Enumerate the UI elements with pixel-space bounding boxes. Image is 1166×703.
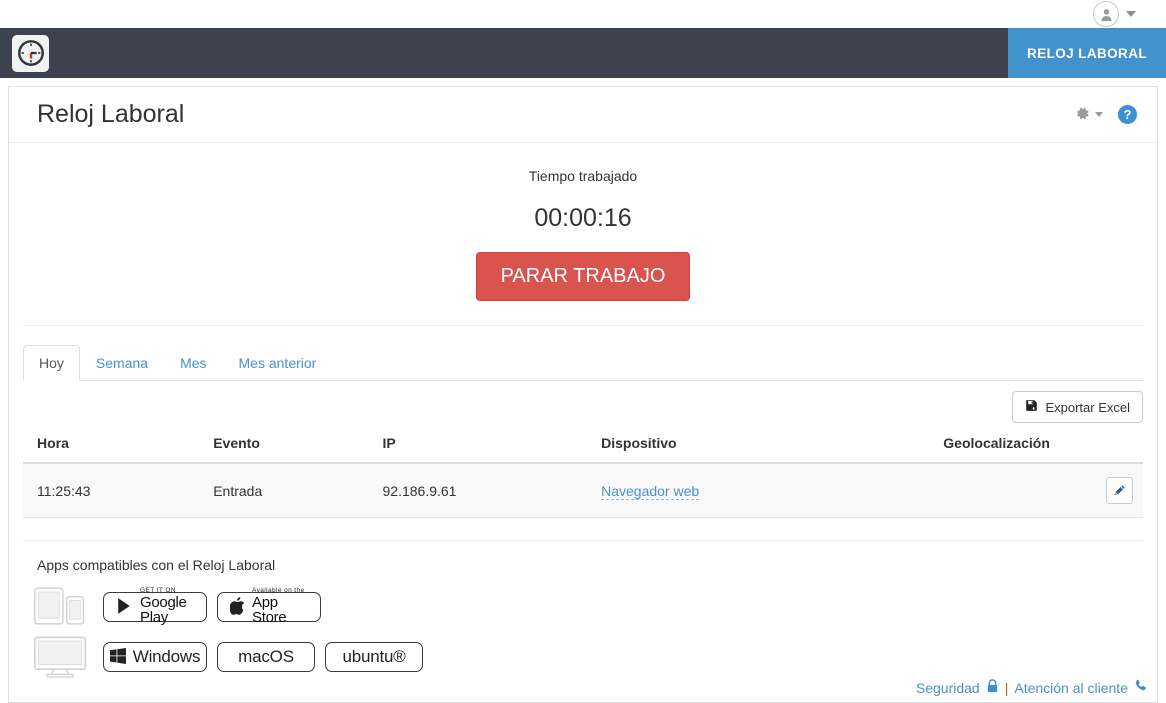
- help-circle-icon[interactable]: ?: [1118, 105, 1137, 124]
- tab-mes-anterior[interactable]: Mes anterior: [223, 345, 333, 381]
- device-link[interactable]: Navegador web: [601, 483, 699, 500]
- timer-value: 00:00:16: [23, 204, 1143, 233]
- brand-logo[interactable]: [0, 28, 49, 78]
- apple-icon: [230, 597, 245, 618]
- column-header-hora: Hora: [23, 435, 199, 463]
- google-play-icon: [116, 597, 133, 618]
- column-header-actions: [1060, 435, 1143, 463]
- tablet-phone-icon: [31, 585, 93, 629]
- log-table-body: 11:25:43 Entrada 92.186.9.61 Navegador w…: [23, 463, 1143, 518]
- column-header-geolocalizacion: Geolocalización: [929, 435, 1060, 463]
- clock-logo-icon: [12, 35, 49, 72]
- badge-google-play-large: Google Play: [140, 595, 194, 627]
- tab-semana[interactable]: Semana: [80, 345, 164, 381]
- navbar-tabs: RELOJ LABORAL: [1008, 28, 1166, 78]
- table-header-row: Hora Evento IP Dispositivo Geolocalizaci…: [23, 435, 1143, 463]
- cell-evento: Entrada: [199, 463, 368, 518]
- apps-mobile-row: GET IT ON Google Play Available on the A…: [31, 585, 1157, 629]
- security-link[interactable]: Seguridad: [916, 680, 980, 696]
- badge-ubuntu[interactable]: ubuntu®: [325, 642, 423, 672]
- cell-hora: 11:25:43: [23, 463, 199, 518]
- save-floppy-icon: [1025, 399, 1038, 415]
- badge-macos[interactable]: macOS: [217, 642, 315, 672]
- main-panel: Reloj Laboral ? Tiempo trabajado 00:00:1…: [8, 86, 1158, 703]
- settings-menu[interactable]: [1074, 105, 1103, 125]
- apps-section-title: Apps compatibles con el Reloj Laboral: [37, 557, 1157, 573]
- export-row: Exportar Excel: [23, 391, 1143, 423]
- log-table: Hora Evento IP Dispositivo Geolocalizaci…: [23, 435, 1143, 518]
- tab-mes[interactable]: Mes: [164, 345, 222, 381]
- cell-geolocalizacion: [929, 463, 1060, 518]
- cell-ip: 92.186.9.61: [369, 463, 588, 518]
- chevron-down-icon[interactable]: [1095, 112, 1103, 117]
- chevron-down-icon[interactable]: [1126, 11, 1136, 17]
- export-excel-button[interactable]: Exportar Excel: [1012, 391, 1143, 423]
- desktop-monitor-icon: [31, 635, 93, 679]
- apps-divider: [23, 540, 1143, 541]
- apps-desktop-row: Windows macOS ubuntu®: [31, 635, 1157, 679]
- footer-separator: |: [1005, 680, 1009, 696]
- nav-tab-reloj-laboral[interactable]: RELOJ LABORAL: [1008, 28, 1166, 78]
- panel-header-tools: ?: [1074, 105, 1137, 125]
- export-excel-label: Exportar Excel: [1045, 400, 1130, 415]
- page-title: Reloj Laboral: [37, 100, 184, 129]
- badge-app-store-large: App Store: [252, 595, 308, 627]
- badge-windows[interactable]: Windows: [103, 642, 207, 672]
- log-table-head: Hora Evento IP Dispositivo Geolocalizaci…: [23, 435, 1143, 463]
- period-tabs: Hoy Semana Mes Mes anterior: [23, 345, 1143, 381]
- panel-header: Reloj Laboral ?: [9, 87, 1157, 143]
- apps-badges: GET IT ON Google Play Available on the A…: [31, 585, 1157, 679]
- badge-ubuntu-label: ubuntu®: [342, 647, 405, 667]
- cell-dispositivo: Navegador web: [587, 463, 929, 518]
- user-avatar-icon[interactable]: [1093, 1, 1119, 27]
- badge-macos-label: macOS: [238, 647, 294, 667]
- phone-icon: [1134, 679, 1148, 696]
- cell-actions: [1060, 463, 1143, 518]
- badge-app-store[interactable]: Available on the App Store: [217, 592, 321, 622]
- column-header-ip: IP: [369, 435, 588, 463]
- main-navbar: RELOJ LABORAL: [0, 28, 1166, 78]
- timer-label: Tiempo trabajado: [23, 168, 1143, 184]
- top-user-bar: [0, 0, 1166, 28]
- edit-row-button[interactable]: [1106, 477, 1133, 504]
- gear-icon[interactable]: [1074, 105, 1091, 125]
- badge-windows-label: Windows: [133, 647, 201, 667]
- support-link[interactable]: Atención al cliente: [1014, 680, 1128, 696]
- stop-work-button[interactable]: PARAR TRABAJO: [476, 252, 691, 301]
- badge-google-play[interactable]: GET IT ON Google Play: [103, 592, 207, 622]
- lock-icon: [986, 679, 999, 696]
- column-header-dispositivo: Dispositivo: [587, 435, 929, 463]
- timer-section: Tiempo trabajado 00:00:16 PARAR TRABAJO: [23, 143, 1143, 326]
- table-row: 11:25:43 Entrada 92.186.9.61 Navegador w…: [23, 463, 1143, 518]
- column-header-evento: Evento: [199, 435, 368, 463]
- footer-links: Seguridad | Atención al cliente: [916, 679, 1148, 696]
- windows-icon: [110, 648, 126, 667]
- tab-hoy[interactable]: Hoy: [23, 345, 80, 381]
- user-menu[interactable]: [1093, 1, 1136, 27]
